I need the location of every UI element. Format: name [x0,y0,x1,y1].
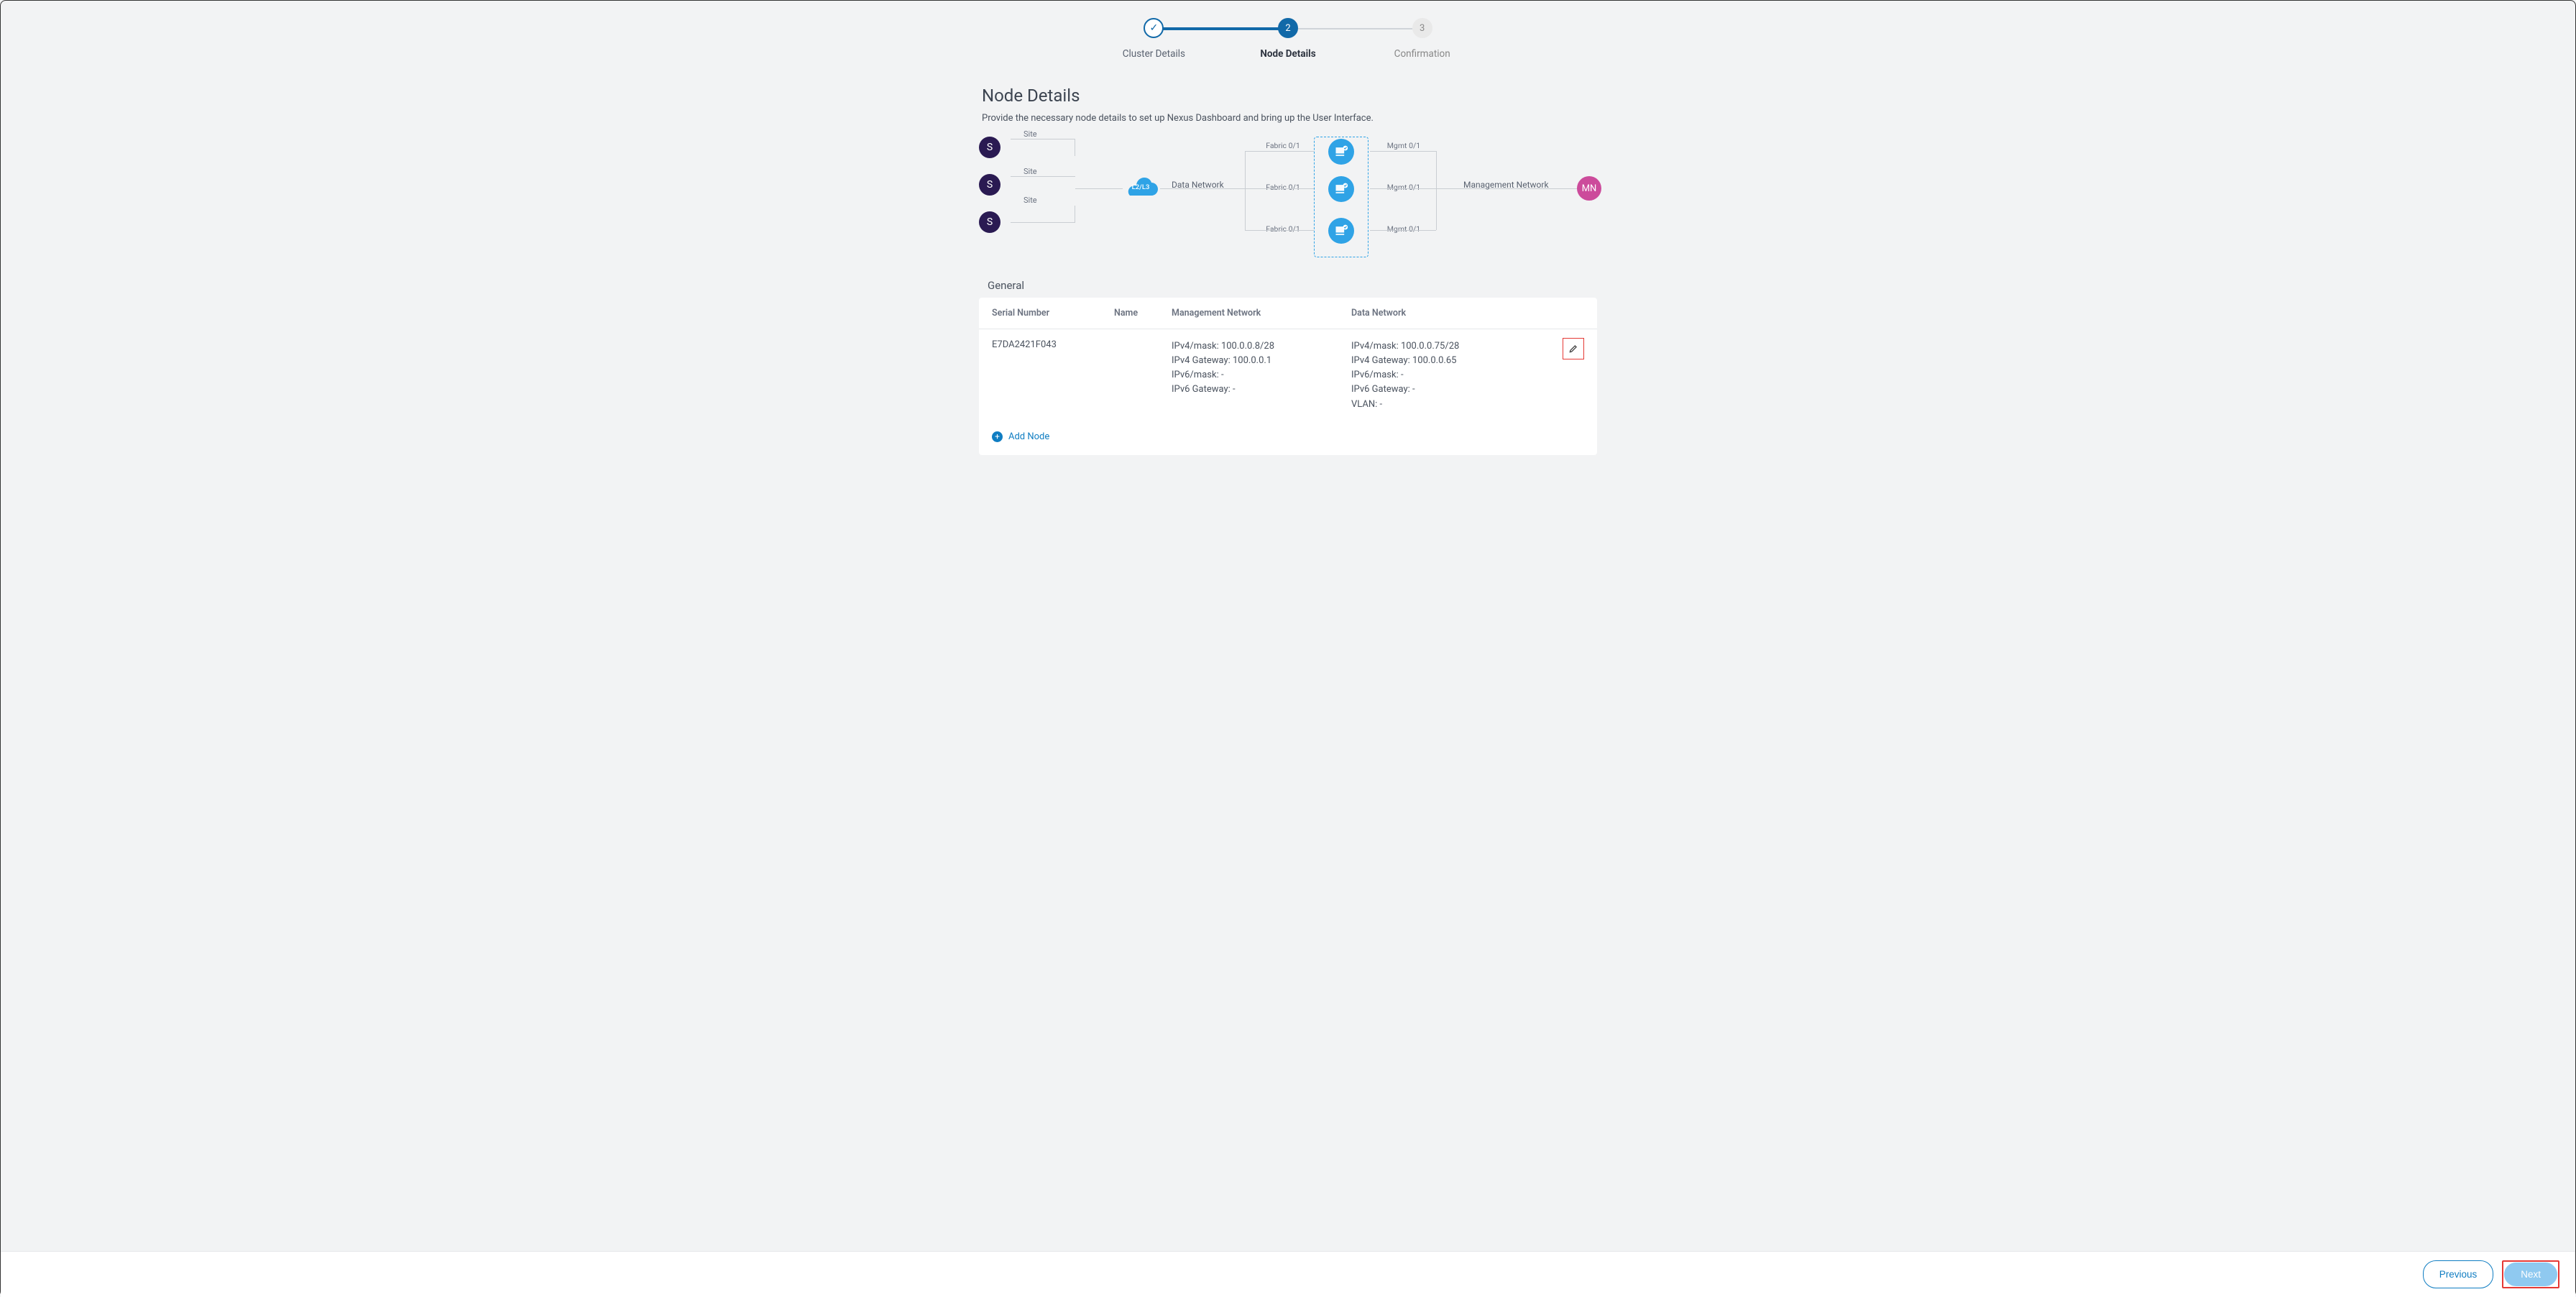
highlight-box: Next [2502,1260,2559,1288]
site-label: Site [1024,167,1037,176]
add-node-button[interactable]: + Add Node [979,424,1597,455]
data-network-label: Data Network [1172,180,1224,190]
node-icon [1328,176,1354,202]
site-icon: S [979,174,1000,196]
step-cluster-details[interactable]: ✓ Cluster Details [1087,18,1221,60]
col-name: Name [1114,308,1172,318]
mgmt-port-label: Mgmt 0/1 [1379,183,1429,192]
step-number-icon: 3 [1412,18,1432,38]
data-network-value: IPv4/mask: 100.0.0.75/28 IPv4 Gateway: 1… [1351,339,1538,412]
step-confirmation: 3 Confirmation [1355,18,1489,60]
site-row: S Site [979,211,1075,233]
step-label: Cluster Details [1123,48,1185,60]
step-number-icon: 2 [1278,18,1298,38]
fabric-port-label: Fabric 0/1 [1258,183,1308,192]
management-network-label: Management Network [1463,180,1549,190]
node-icon [1328,218,1354,244]
node-icon [1328,139,1354,165]
page-subtitle: Provide the necessary node details to se… [982,113,1594,124]
general-section-label: General [979,279,1597,292]
fabric-port-label: Fabric 0/1 [1258,224,1308,234]
serial-number-value: E7DA2421F043 [992,339,1114,412]
pencil-icon [1568,344,1578,354]
step-connector [1298,28,1412,29]
mgmt-port-label: Mgmt 0/1 [1379,141,1429,150]
topology-diagram: S Site S Site S Site L2/L3 Data Network … [979,137,1597,266]
table-row: E7DA2421F043 IPv4/mask: 100.0.0.8/28 IPv… [979,329,1597,424]
site-row: S Site [979,174,1075,196]
cloud-icon: L2/L3 [1123,177,1159,200]
step-label: Node Details [1260,48,1315,60]
page-heading: Node Details Provide the necessary node … [979,86,1597,124]
col-data-network: Data Network [1351,308,1538,318]
site-row: S Site [979,137,1075,158]
cloud-label: L2/L3 [1123,183,1159,191]
mgmt-port-label: Mgmt 0/1 [1379,224,1429,234]
site-label: Site [1024,129,1037,139]
name-value [1114,339,1172,412]
management-network-icon: MN [1577,176,1601,201]
edit-node-button[interactable] [1563,338,1584,359]
page-title: Node Details [982,86,1594,106]
col-management-network: Management Network [1172,308,1351,318]
col-serial-number: Serial Number [992,308,1114,318]
site-icon: S [979,137,1000,158]
step-label: Confirmation [1394,48,1450,60]
wizard-stepper: ✓ Cluster Details 2 Node Details 3 Confi… [1087,1,1489,65]
wizard-footer: Previous Next [1,1251,2575,1297]
site-label: Site [1024,196,1037,205]
check-icon: ✓ [1144,18,1164,38]
site-icon: S [979,211,1000,233]
next-button[interactable]: Next [2504,1262,2557,1286]
fabric-port-label: Fabric 0/1 [1258,141,1308,150]
step-node-details[interactable]: 2 Node Details [1221,18,1356,60]
management-network-value: IPv4/mask: 100.0.0.8/28 IPv4 Gateway: 10… [1172,339,1351,412]
general-card: Serial Number Name Management Network Da… [979,298,1597,455]
plus-icon: + [992,431,1003,442]
step-connector [1164,28,1278,29]
table-header: Serial Number Name Management Network Da… [979,298,1597,329]
add-node-label: Add Node [1008,431,1049,442]
previous-button[interactable]: Previous [2423,1260,2494,1288]
